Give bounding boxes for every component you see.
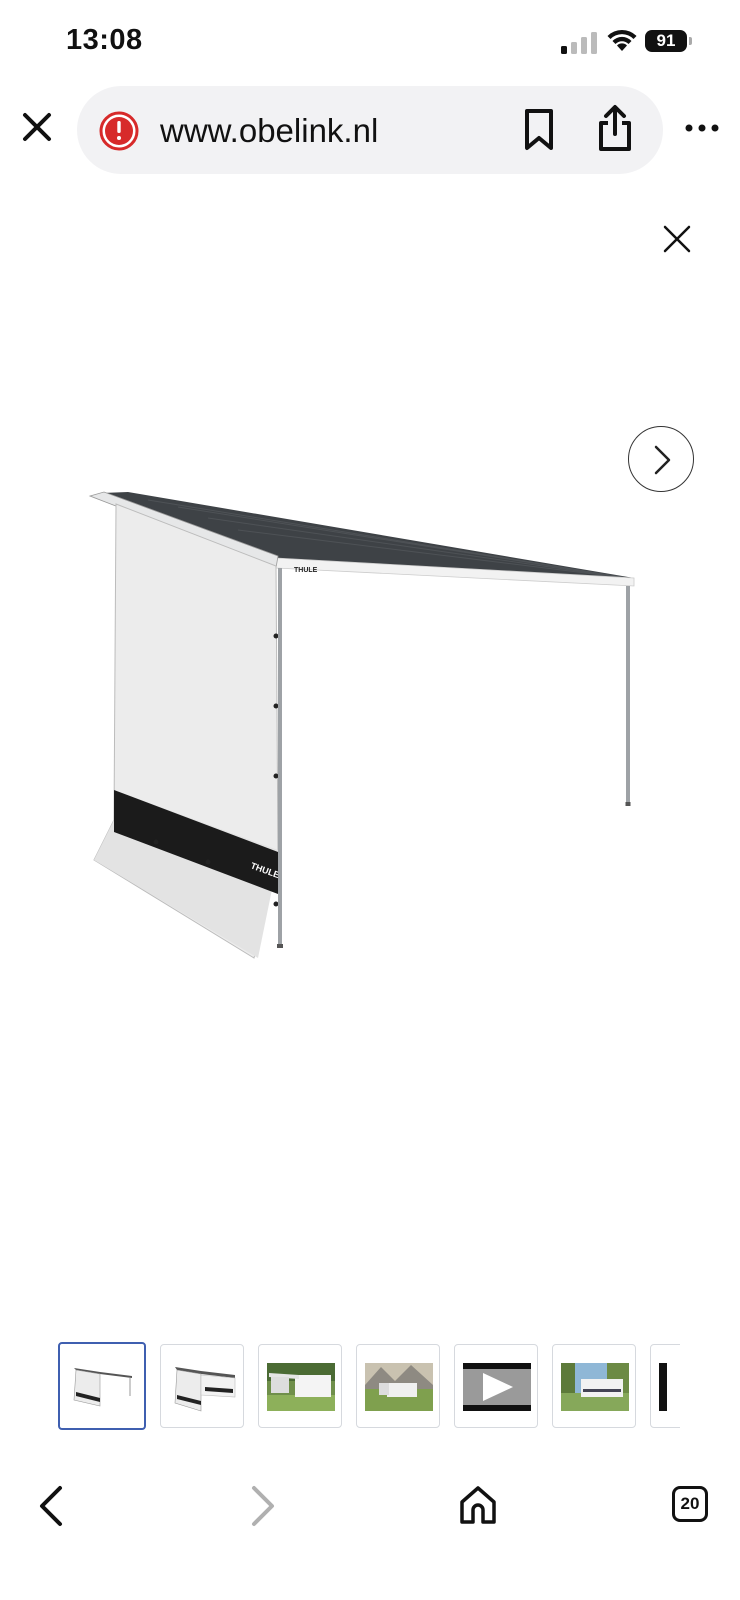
close-tab-icon[interactable] [20, 110, 54, 144]
battery-tip [689, 37, 692, 45]
forward-arrow-icon[interactable] [248, 1484, 278, 1528]
thumbnail-6[interactable] [552, 1344, 636, 1428]
battery-indicator: 91 [645, 30, 693, 54]
gallery-close-icon[interactable] [662, 224, 692, 254]
awning-brand-label: THULE [294, 567, 318, 574]
thumbnail-1[interactable] [58, 1342, 146, 1430]
awning-thumbnail-icon [174, 1367, 236, 1412]
bottom-toolbar: 20 [0, 1462, 740, 1600]
camper-photo-icon [267, 1363, 335, 1411]
awning-thumbnail-icon [73, 1368, 132, 1407]
thumbnail-7[interactable] [650, 1344, 680, 1428]
back-arrow-icon[interactable] [36, 1484, 66, 1528]
url-bar[interactable]: www.obelink.nl [77, 86, 663, 174]
share-icon[interactable] [595, 104, 635, 152]
thumbnail-5-video[interactable] [454, 1344, 538, 1428]
url-text[interactable]: www.obelink.nl [160, 112, 378, 150]
partial-thumbnail-icon [659, 1363, 667, 1411]
thumbnail-3[interactable] [258, 1344, 342, 1428]
chevron-right-icon [654, 445, 671, 475]
tabs-button[interactable]: 20 [672, 1486, 708, 1522]
thumbnail-2[interactable] [160, 1344, 244, 1428]
wifi-icon [607, 29, 637, 51]
home-icon[interactable] [458, 1484, 498, 1526]
warning-icon[interactable] [99, 111, 139, 151]
bookmark-icon[interactable] [523, 108, 555, 152]
thumbnail-4[interactable] [356, 1344, 440, 1428]
status-bar: 13:08 91 [0, 0, 740, 84]
thumbnail-strip [58, 1340, 680, 1432]
status-time: 13:08 [66, 24, 143, 56]
cellular-signal-icon [561, 32, 597, 54]
camper-mountain-photo-icon [365, 1363, 433, 1411]
more-options-icon[interactable] [684, 116, 720, 140]
awning-side-wall-image: THULE THULE [88, 491, 635, 959]
video-play-icon [463, 1363, 531, 1411]
camper-trees-photo-icon [561, 1363, 629, 1411]
next-image-button[interactable] [628, 426, 694, 492]
battery-level: 91 [645, 30, 687, 52]
